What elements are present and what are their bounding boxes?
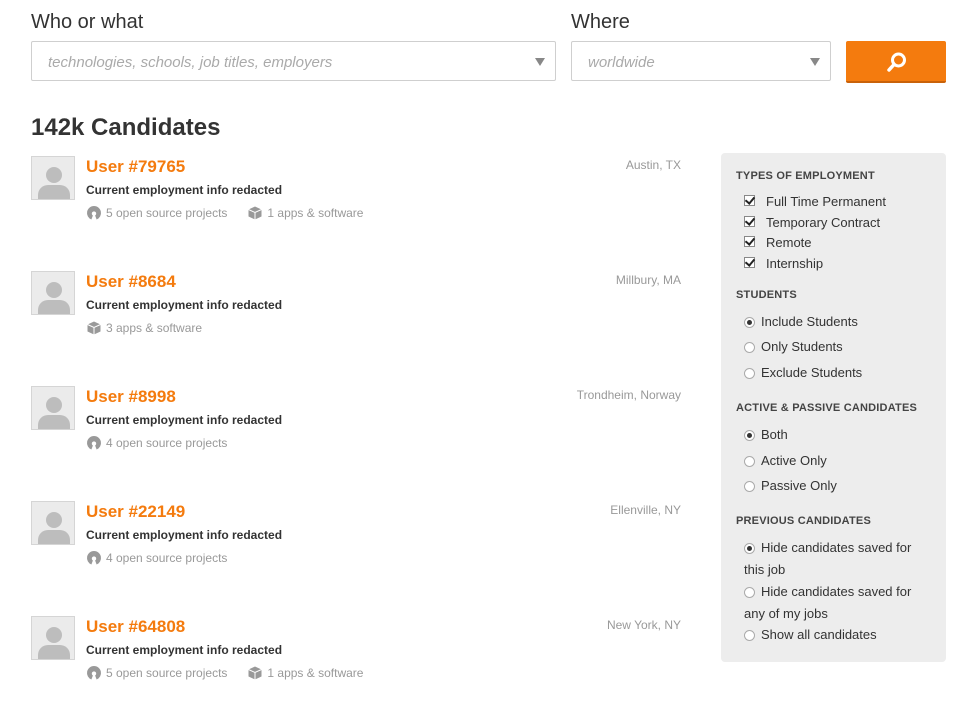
candidate-stats: 3 apps & software	[86, 320, 222, 336]
candidate-employment: Current employment info redacted	[86, 528, 283, 542]
candidate-location: Millbury, MA	[615, 273, 681, 287]
avatar[interactable]	[31, 271, 75, 315]
open-source-count: 4 open source projects	[106, 551, 228, 565]
candidate-name[interactable]: User #22149	[86, 502, 185, 522]
open-source-count: 5 open source projects	[106, 666, 228, 680]
candidate-employment: Current employment info redacted	[86, 413, 283, 427]
both-radio[interactable]	[744, 430, 755, 441]
only-students-label[interactable]: Only Students	[761, 339, 843, 354]
candidate-location: New York, NY	[606, 618, 681, 632]
candidate-stats: 5 open source projects 1 apps & software	[86, 665, 383, 681]
open-source-stat[interactable]: 4 open source projects	[86, 435, 227, 451]
who-input[interactable]	[46, 42, 495, 82]
students-heading: STUDENTS	[736, 289, 797, 301]
open-source-icon	[86, 666, 102, 680]
avatar[interactable]	[31, 386, 75, 430]
show-all-label[interactable]: Show all candidates	[761, 627, 877, 642]
open-source-count: 4 open source projects	[106, 436, 228, 450]
candidate-item: User #8684 Current employment info redac…	[31, 271, 686, 361]
open-source-stat[interactable]: 4 open source projects	[86, 550, 227, 566]
remote-label[interactable]: Remote	[766, 235, 812, 250]
search-button[interactable]	[846, 41, 946, 83]
both-label[interactable]: Both	[761, 427, 788, 442]
candidate-item: User #22149 Current employment info reda…	[31, 501, 686, 591]
chevron-down-icon[interactable]	[535, 58, 545, 66]
exclude-students-label[interactable]: Exclude Students	[761, 365, 862, 380]
apps-count: 1 apps & software	[267, 206, 364, 220]
only-students-radio[interactable]	[744, 342, 755, 353]
apps-count: 1 apps & software	[267, 666, 364, 680]
box-icon	[87, 321, 101, 335]
open-source-icon	[86, 551, 102, 565]
candidate-name[interactable]: User #8998	[86, 387, 176, 407]
passive-only-radio[interactable]	[744, 481, 755, 492]
exclude-students-radio[interactable]	[744, 368, 755, 379]
internship-label[interactable]: Internship	[766, 256, 823, 271]
previous-candidates-heading: PREVIOUS CANDIDATES	[736, 515, 871, 527]
where-label: Where	[571, 11, 630, 33]
open-source-count: 5 open source projects	[106, 206, 228, 220]
include-students-radio[interactable]	[744, 317, 755, 328]
candidate-stats: 4 open source projects	[86, 435, 247, 451]
candidate-item: User #64808 Current employment info reda…	[31, 616, 686, 706]
show-all-radio[interactable]	[744, 630, 755, 641]
include-students-label[interactable]: Include Students	[761, 314, 858, 329]
passive-only-label[interactable]: Passive Only	[761, 478, 837, 493]
full-time-checkbox[interactable]	[744, 195, 755, 206]
candidate-location: Ellenville, NY	[610, 503, 681, 517]
box-icon	[248, 206, 263, 220]
candidate-employment: Current employment info redacted	[86, 643, 283, 657]
apps-stat[interactable]: 1 apps & software	[247, 205, 363, 221]
avatar[interactable]	[31, 156, 75, 200]
open-source-stat[interactable]: 5 open source projects	[86, 665, 227, 681]
apps-stat[interactable]: 3 apps & software	[86, 320, 202, 336]
filters-panel: TYPES OF EMPLOYMENT Full Time Permanent …	[721, 153, 946, 662]
candidate-name[interactable]: User #79765	[86, 157, 185, 177]
candidate-item: User #79765 Current employment info reda…	[31, 156, 686, 246]
who-label: Who or what	[31, 11, 144, 33]
candidate-name[interactable]: User #64808	[86, 617, 185, 637]
avatar[interactable]	[31, 501, 75, 545]
where-field[interactable]	[571, 41, 831, 82]
open-source-icon	[86, 436, 102, 450]
hide-saved-job-label[interactable]: Hide candidates saved for this job	[744, 537, 934, 581]
temporary-label[interactable]: Temporary Contract	[766, 215, 880, 230]
results-heading: 142k Candidates	[31, 114, 221, 141]
candidate-stats: 4 open source projects	[86, 550, 247, 566]
temporary-checkbox[interactable]	[744, 216, 755, 227]
full-time-label[interactable]: Full Time Permanent	[766, 194, 886, 209]
apps-count: 3 apps & software	[106, 321, 203, 335]
where-input[interactable]	[586, 42, 810, 82]
hide-saved-any-label[interactable]: Hide candidates saved for any of my jobs	[744, 581, 934, 625]
who-field[interactable]	[31, 41, 556, 82]
avatar[interactable]	[31, 616, 75, 660]
internship-checkbox[interactable]	[744, 257, 755, 268]
candidate-stats: 5 open source projects 1 apps & software	[86, 205, 383, 221]
activity-heading: ACTIVE & PASSIVE CANDIDATES	[736, 402, 918, 414]
open-source-icon	[86, 206, 102, 220]
candidate-item: User #8998 Current employment info redac…	[31, 386, 686, 476]
candidate-employment: Current employment info redacted	[86, 298, 283, 312]
apps-stat[interactable]: 1 apps & software	[247, 665, 363, 681]
candidate-employment: Current employment info redacted	[86, 183, 283, 197]
employment-types-heading: TYPES OF EMPLOYMENT	[736, 170, 875, 182]
candidate-name[interactable]: User #8684	[86, 272, 176, 292]
candidate-location: Trondheim, Norway	[576, 388, 681, 402]
box-icon	[248, 666, 263, 680]
open-source-stat[interactable]: 5 open source projects	[86, 205, 227, 221]
candidate-location: Austin, TX	[625, 158, 681, 172]
remote-checkbox[interactable]	[744, 236, 755, 247]
search-icon	[887, 52, 906, 72]
active-only-label[interactable]: Active Only	[761, 453, 827, 468]
active-only-radio[interactable]	[744, 456, 755, 467]
chevron-down-icon[interactable]	[810, 58, 820, 66]
